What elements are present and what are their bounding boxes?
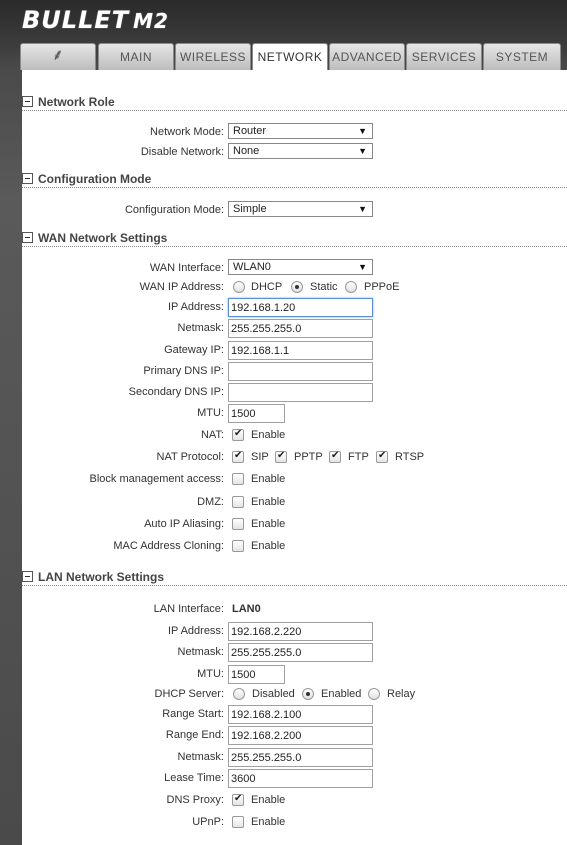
- row-lan-ip: IP Address:: [0, 622, 567, 642]
- wan-netmask-input[interactable]: [228, 319, 373, 338]
- dns-proxy-checkbox[interactable]: [232, 793, 244, 806]
- row-block-management: Block management access: Enable: [89, 473, 286, 485]
- tab-ubiquiti-logo[interactable]: ⸙: [20, 43, 96, 70]
- row-disable-network: Disable Network: None ▼: [0, 143, 567, 163]
- wan-dhcp-radio[interactable]: [233, 281, 245, 293]
- collapse-icon[interactable]: [22, 173, 33, 184]
- row-mac-cloning: MAC Address Cloning: Enable: [113, 540, 286, 552]
- configuration-mode-select[interactable]: Simple ▼: [228, 201, 373, 217]
- collapse-icon[interactable]: [22, 571, 33, 582]
- row-lan-interface: LAN Interface: LAN0: [153, 603, 261, 615]
- row-nat-protocol: NAT Protocol: SIP PPTP FTP RTSP: [0, 448, 567, 468]
- row-secondary-dns: Secondary DNS IP:: [0, 383, 567, 403]
- section-divider: [22, 246, 567, 247]
- row-network-mode: Network Mode: Router ▼: [0, 123, 567, 143]
- section-divider: [22, 585, 567, 586]
- section-configuration-mode[interactable]: Configuration Mode: [22, 172, 567, 188]
- dhcp-enabled-radio[interactable]: [302, 688, 314, 700]
- section-network-role[interactable]: Network Role: [22, 95, 567, 111]
- row-lan-mtu: MTU:: [0, 665, 567, 685]
- dropdown-arrow-icon: ▼: [358, 126, 367, 136]
- ubiquiti-logo-icon: ⸙: [51, 47, 65, 64]
- product-logo: BULLET M2: [22, 6, 169, 34]
- lan-netmask-input[interactable]: [228, 643, 373, 662]
- network-mode-select[interactable]: Router ▼: [228, 123, 373, 139]
- nat-ftp-checkbox[interactable]: [329, 450, 341, 463]
- range-start-input[interactable]: [228, 705, 373, 724]
- disable-network-select[interactable]: None ▼: [228, 143, 373, 159]
- tab-wireless[interactable]: WIRELESS: [175, 43, 251, 70]
- tab-advanced[interactable]: ADVANCED: [329, 43, 405, 70]
- lan-mtu-input[interactable]: [228, 665, 285, 684]
- row-nat: NAT: Enable: [0, 426, 567, 446]
- row-wan-gateway: Gateway IP:: [0, 341, 567, 361]
- block-management-checkbox[interactable]: [232, 473, 244, 485]
- nat-checkbox[interactable]: [232, 428, 244, 441]
- dropdown-arrow-icon: ▼: [358, 204, 367, 214]
- section-divider: [22, 110, 567, 111]
- lan-interface-value: LAN0: [232, 603, 261, 615]
- upnp-checkbox[interactable]: [232, 816, 244, 828]
- wan-mtu-input[interactable]: [228, 404, 285, 423]
- row-dhcp-server: DHCP Server: Disabled Enabled Relay: [154, 688, 416, 700]
- row-upnp: UPnP: Enable: [192, 816, 286, 828]
- nat-sip-checkbox[interactable]: [232, 450, 244, 463]
- row-range-end: Range End:: [0, 726, 567, 746]
- lan-ip-address-input[interactable]: [228, 622, 373, 641]
- auto-ip-aliasing-checkbox[interactable]: [232, 518, 244, 530]
- wan-ip-address-input[interactable]: [228, 298, 373, 317]
- section-divider: [22, 187, 567, 188]
- nat-rtsp-checkbox[interactable]: [376, 450, 388, 463]
- row-dmz: DMZ: Enable: [197, 496, 286, 508]
- section-lan-network-settings[interactable]: LAN Network Settings: [22, 570, 567, 586]
- dmz-checkbox[interactable]: [232, 496, 244, 508]
- row-lan-netmask: Netmask:: [0, 643, 567, 663]
- wan-interface-select[interactable]: WLAN0 ▼: [228, 259, 373, 275]
- tab-system[interactable]: SYSTEM: [483, 43, 561, 70]
- range-end-input[interactable]: [228, 726, 373, 745]
- secondary-dns-input[interactable]: [228, 383, 373, 402]
- dhcp-relay-radio[interactable]: [368, 688, 380, 700]
- row-range-start: Range Start:: [0, 705, 567, 725]
- lease-time-input[interactable]: [228, 769, 373, 788]
- wan-gateway-input[interactable]: [228, 341, 373, 360]
- wan-static-radio[interactable]: [291, 281, 303, 293]
- row-wan-interface: WAN Interface: WLAN0 ▼: [0, 259, 567, 279]
- collapse-icon[interactable]: [22, 232, 33, 243]
- row-wan-netmask: Netmask:: [0, 319, 567, 339]
- header: BULLET M2 ⸙ MAIN WIRELESS NETWORK ADVANCE…: [0, 0, 567, 71]
- row-wan-mtu: MTU:: [0, 404, 567, 424]
- row-wan-ip: IP Address:: [0, 298, 567, 318]
- dropdown-arrow-icon: ▼: [358, 146, 367, 156]
- row-primary-dns: Primary DNS IP:: [0, 362, 567, 382]
- tab-services[interactable]: SERVICES: [406, 43, 482, 70]
- row-configuration-mode: Configuration Mode: Simple ▼: [0, 201, 567, 221]
- row-dhcp-netmask: Netmask:: [0, 748, 567, 768]
- wan-pppoe-radio[interactable]: [345, 281, 357, 293]
- row-auto-ip-aliasing: Auto IP Aliasing: Enable: [144, 518, 286, 530]
- row-lease-time: Lease Time:: [0, 769, 567, 789]
- nat-pptp-checkbox[interactable]: [275, 450, 287, 463]
- dhcp-disabled-radio[interactable]: [233, 688, 245, 700]
- dhcp-netmask-input[interactable]: [228, 748, 373, 767]
- primary-dns-input[interactable]: [228, 362, 373, 381]
- tab-network[interactable]: NETWORK: [252, 43, 328, 71]
- section-wan-network-settings[interactable]: WAN Network Settings: [22, 231, 567, 247]
- row-dns-proxy: DNS Proxy: Enable: [0, 791, 567, 811]
- tab-main[interactable]: MAIN: [98, 43, 174, 70]
- mac-cloning-checkbox[interactable]: [232, 540, 244, 552]
- collapse-icon[interactable]: [22, 96, 33, 107]
- row-wan-ip-mode: WAN IP Address: DHCP Static PPPoE: [139, 281, 400, 293]
- dropdown-arrow-icon: ▼: [358, 262, 367, 272]
